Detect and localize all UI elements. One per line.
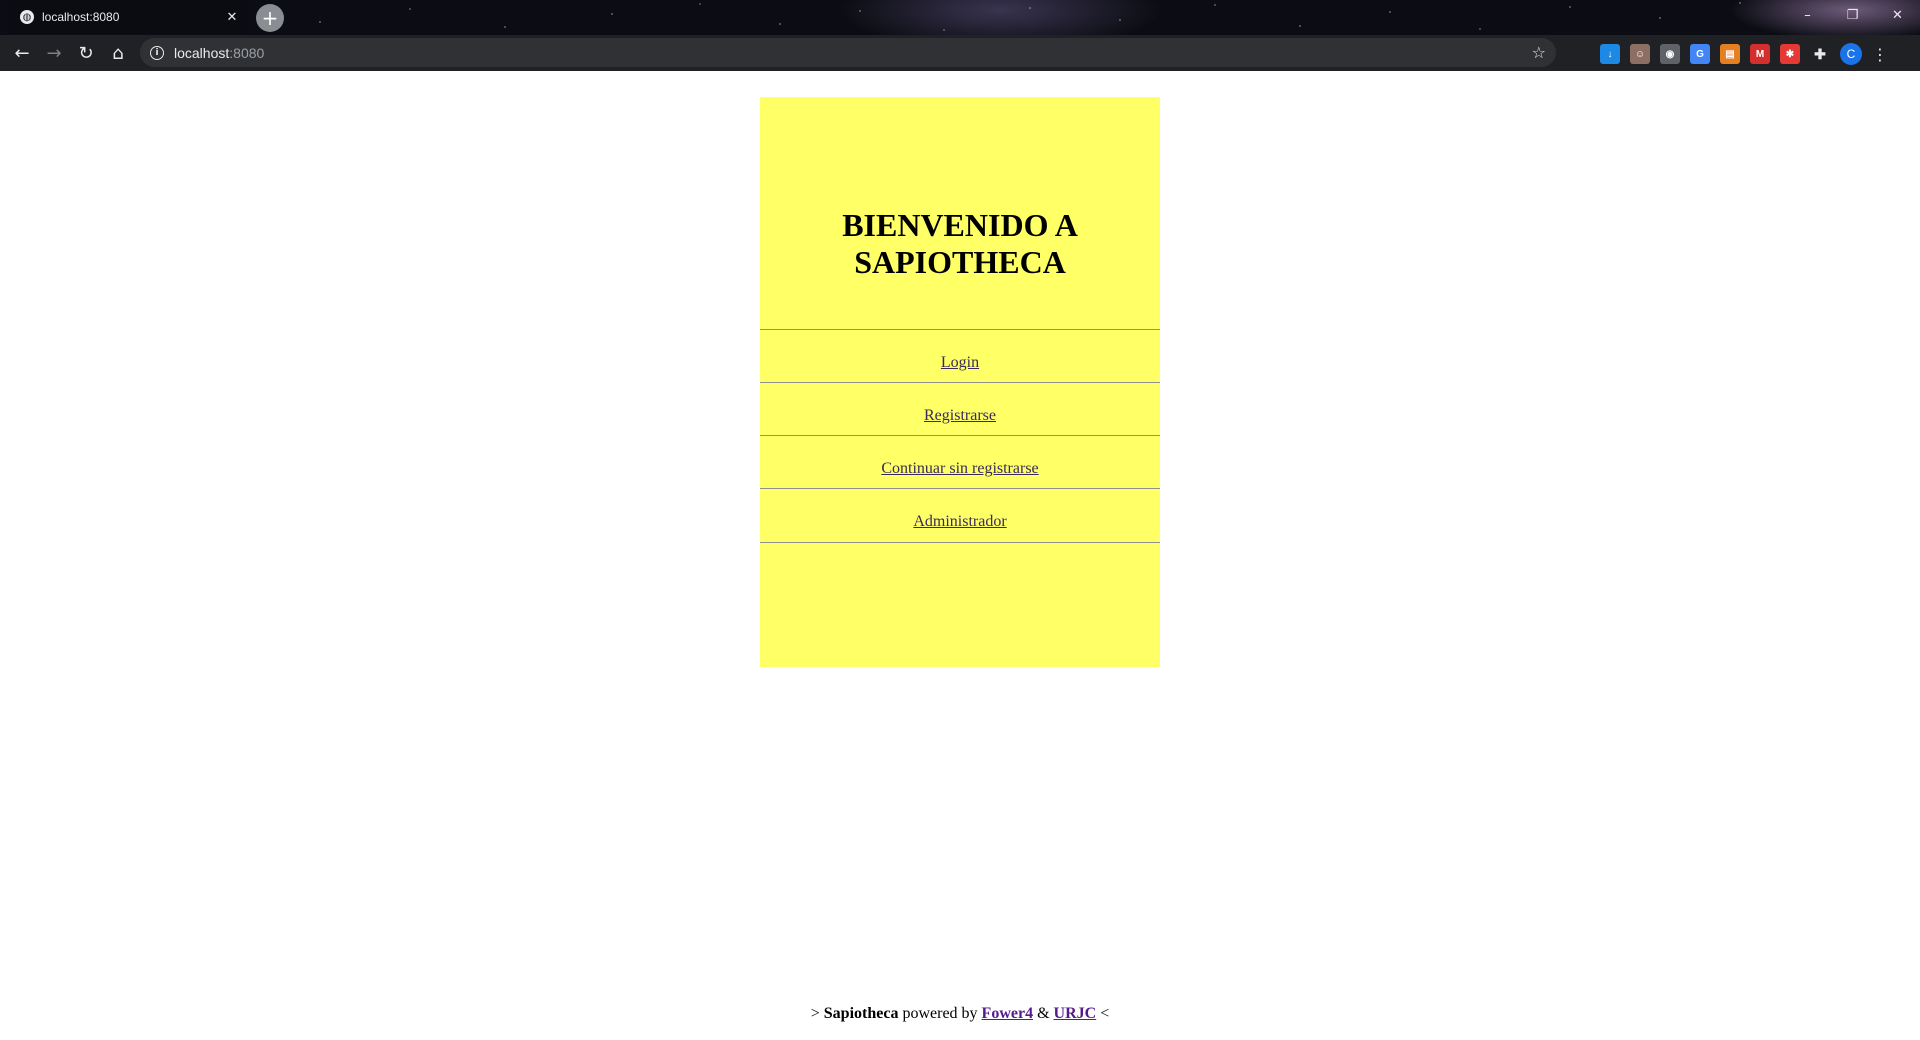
- url-host: localhost: [174, 44, 230, 61]
- tab-title: localhost:8080: [42, 10, 120, 24]
- window-controls: – ❐ ✕: [1785, 0, 1920, 30]
- title-line-1: BIENVENIDO A: [842, 207, 1078, 243]
- login-link[interactable]: Login: [760, 354, 1160, 372]
- browser-chrome: ◍ localhost:8080 ✕ + – ❐ ✕ ← → ↻ ⌂ i loc…: [0, 0, 1920, 71]
- puzzle-extensions-icon[interactable]: ✚: [1810, 44, 1830, 64]
- footer-powered-by: powered by: [902, 1005, 978, 1022]
- browser-toolbar: ← → ↻ ⌂ i localhost:8080 ☆ ↓ ☺ ◉ G ▤ M ✱…: [0, 35, 1920, 71]
- menu-row-login: Login: [760, 329, 1160, 382]
- url-port: :8080: [229, 44, 265, 61]
- globe-icon: ◍: [20, 10, 34, 24]
- minimize-icon[interactable]: –: [1785, 0, 1830, 30]
- lightbulb-extension-icon[interactable]: ◉: [1660, 44, 1680, 64]
- close-window-icon[interactable]: ✕: [1875, 0, 1920, 30]
- menu-row-admin: Administrador: [760, 488, 1160, 543]
- footer-suffix: <: [1100, 1005, 1110, 1022]
- menu-row-register: Registrarse: [760, 382, 1160, 435]
- menu-kebab-icon[interactable]: ⋮: [1872, 45, 1888, 64]
- forward-icon[interactable]: →: [38, 37, 70, 69]
- translate-extension-icon[interactable]: G: [1690, 44, 1710, 64]
- continue-without-register-link[interactable]: Continuar sin registrarse: [760, 460, 1160, 478]
- red-extension-icon[interactable]: ✱: [1780, 44, 1800, 64]
- new-tab-button[interactable]: +: [256, 4, 284, 32]
- restore-icon[interactable]: ❐: [1830, 0, 1875, 30]
- orange-extension-icon[interactable]: ▤: [1720, 44, 1740, 64]
- tab-strip: ◍ localhost:8080 ✕ + – ❐ ✕: [0, 0, 1920, 35]
- extensions-bar: ↓ ☺ ◉ G ▤ M ✱ ✚ C ⋮: [1600, 43, 1888, 65]
- page-title: BIENVENIDO A SAPIOTHECA: [760, 207, 1160, 281]
- welcome-panel: BIENVENIDO A SAPIOTHECA Login Registrars…: [760, 97, 1160, 667]
- download-extension-icon[interactable]: ↓: [1600, 44, 1620, 64]
- back-icon[interactable]: ←: [6, 37, 38, 69]
- menu-row-guest: Continuar sin registrarse: [760, 435, 1160, 488]
- site-info-icon[interactable]: i: [150, 45, 164, 60]
- reload-icon[interactable]: ↻: [70, 37, 102, 69]
- browser-tab[interactable]: ◍ localhost:8080 ✕: [8, 0, 248, 34]
- profile-avatar[interactable]: C: [1840, 43, 1862, 65]
- register-link[interactable]: Registrarse: [760, 407, 1160, 425]
- footer-ampersand: &: [1037, 1005, 1050, 1022]
- footer-prefix: >: [810, 1005, 820, 1022]
- address-bar[interactable]: i localhost:8080 ☆: [140, 38, 1556, 67]
- footer-brand: Sapiotheca: [823, 1005, 899, 1022]
- title-line-2: SAPIOTHECA: [854, 244, 1066, 280]
- main-menu: Login Registrarse Continuar sin registra…: [760, 329, 1160, 543]
- home-icon[interactable]: ⌂: [102, 37, 134, 69]
- urjc-link[interactable]: URJC: [1054, 1005, 1097, 1022]
- admin-link[interactable]: Administrador: [760, 513, 1160, 531]
- m-extension-icon[interactable]: M: [1750, 44, 1770, 64]
- fower4-link[interactable]: Fower4: [982, 1005, 1034, 1022]
- bookmark-star-icon[interactable]: ☆: [1532, 43, 1546, 62]
- face-extension-icon[interactable]: ☺: [1630, 44, 1650, 64]
- footer: > Sapiotheca powered by Fower4 & URJC <: [0, 1005, 1920, 1023]
- close-icon[interactable]: ✕: [222, 9, 242, 25]
